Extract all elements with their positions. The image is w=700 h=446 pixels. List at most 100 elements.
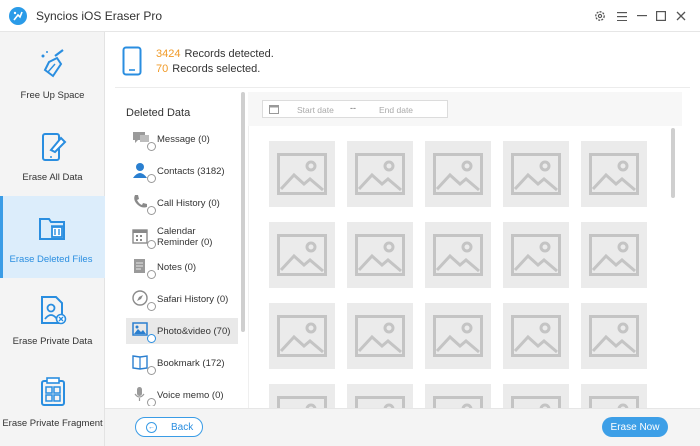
- checkbox-icon[interactable]: [147, 174, 156, 183]
- photo-thumbnail[interactable]: [269, 384, 335, 408]
- date-separator: --: [350, 103, 356, 113]
- sidebar-item-free-up-space[interactable]: Free Up Space: [0, 32, 105, 114]
- detected-count: 3424: [156, 48, 181, 60]
- category-label: Safari History (0): [157, 293, 229, 305]
- sidebar-item-erase-all-data[interactable]: Erase All Data: [0, 114, 105, 196]
- photo-icon: [132, 322, 156, 343]
- photo-thumbnail[interactable]: [581, 222, 647, 288]
- checkbox-icon[interactable]: [147, 302, 156, 311]
- image-placeholder-icon: [511, 315, 561, 357]
- checkbox-icon[interactable]: [147, 142, 156, 151]
- calendar-icon: [132, 228, 156, 249]
- microphone-icon: [132, 386, 156, 406]
- category-label: Call History (0): [157, 197, 220, 209]
- checkbox-icon[interactable]: [147, 206, 156, 215]
- compass-icon: [132, 290, 156, 311]
- photo-grid-scrollbar[interactable]: [671, 128, 675, 198]
- image-placeholder-icon: [511, 153, 561, 195]
- category-photo-video[interactable]: Photo&video (70): [126, 318, 238, 344]
- message-icon: [132, 130, 156, 151]
- image-placeholder-icon: [433, 234, 483, 276]
- sidebar-item-label: Erase Private Fragment: [2, 418, 103, 429]
- image-placeholder-icon: [277, 153, 327, 195]
- checkbox-icon[interactable]: [147, 398, 156, 406]
- category-label: Calendar Reminder (0): [157, 226, 213, 248]
- photo-thumbnail[interactable]: [503, 303, 569, 369]
- back-button[interactable]: ← Back: [135, 417, 203, 437]
- category-list: Message (0) Contacts (3182) Call History…: [124, 124, 240, 406]
- image-placeholder-icon: [589, 153, 639, 195]
- category-bookmark[interactable]: Bookmark (172): [126, 350, 238, 376]
- sidebar: Free Up Space Erase All Data Erase Delet…: [0, 32, 105, 446]
- sidebar-item-erase-private-data[interactable]: Erase Private Data: [0, 278, 105, 360]
- category-list-scrollbar[interactable]: [241, 92, 245, 332]
- notes-icon: [132, 258, 156, 279]
- category-label: Bookmark (172): [157, 357, 225, 369]
- category-contacts[interactable]: Contacts (3182): [126, 158, 238, 184]
- private-file-icon: [37, 294, 69, 326]
- settings-gear-icon[interactable]: [592, 8, 608, 24]
- photo-thumbnail[interactable]: [425, 222, 491, 288]
- date-range-picker[interactable]: Start date -- End date: [262, 100, 448, 118]
- minimize-icon[interactable]: [634, 8, 650, 24]
- title-bar: Syncios iOS Eraser Pro: [0, 0, 700, 32]
- erase-now-button[interactable]: Erase Now: [602, 417, 668, 437]
- image-placeholder-icon: [355, 396, 405, 408]
- image-placeholder-icon: [277, 396, 327, 408]
- sidebar-item-erase-private-fragment[interactable]: Erase Private Fragment: [0, 360, 105, 442]
- photo-thumbnail[interactable]: [269, 222, 335, 288]
- broom-icon: [37, 48, 69, 80]
- records-detected: 3424 Records detected.: [156, 48, 274, 60]
- category-label: Notes (0): [157, 261, 197, 273]
- photo-thumbnail[interactable]: [269, 141, 335, 207]
- image-placeholder-icon: [355, 234, 405, 276]
- fragment-grid-icon: [37, 376, 69, 408]
- photo-thumbnail[interactable]: [581, 384, 647, 408]
- back-button-label: Back: [171, 421, 194, 433]
- photo-thumbnail[interactable]: [347, 303, 413, 369]
- sidebar-item-label: Erase Deleted Files: [9, 254, 93, 265]
- image-placeholder-icon: [511, 396, 561, 408]
- contacts-icon: [132, 162, 156, 183]
- close-icon[interactable]: [673, 8, 689, 24]
- calendar-icon[interactable]: [269, 104, 279, 117]
- sidebar-item-label: Free Up Space: [20, 90, 85, 101]
- photo-thumbnail[interactable]: [425, 141, 491, 207]
- end-date-input[interactable]: End date: [379, 105, 413, 115]
- photo-thumbnail[interactable]: [269, 303, 335, 369]
- phone-erase-icon: [37, 130, 69, 162]
- photo-thumbnail[interactable]: [581, 303, 647, 369]
- photo-thumbnail[interactable]: [581, 141, 647, 207]
- photo-thumbnail[interactable]: [347, 222, 413, 288]
- checkbox-icon[interactable]: [147, 270, 156, 279]
- image-placeholder-icon: [433, 315, 483, 357]
- photo-thumbnail[interactable]: [347, 384, 413, 408]
- arrow-left-icon: ←: [146, 421, 157, 433]
- checkbox-icon[interactable]: [147, 366, 156, 375]
- image-placeholder-icon: [589, 234, 639, 276]
- checkbox-icon[interactable]: [147, 240, 156, 249]
- start-date-input[interactable]: Start date: [297, 105, 334, 115]
- category-calendar-reminder[interactable]: Calendar Reminder (0): [126, 220, 238, 254]
- image-placeholder-icon: [355, 315, 405, 357]
- photo-thumbnail[interactable]: [503, 222, 569, 288]
- image-placeholder-icon: [355, 153, 405, 195]
- photo-thumbnail[interactable]: [503, 141, 569, 207]
- category-safari-history[interactable]: Safari History (0): [126, 286, 238, 312]
- checkbox-checked-icon[interactable]: [147, 334, 156, 343]
- category-label: Message (0): [157, 133, 210, 145]
- photo-thumbnail[interactable]: [503, 384, 569, 408]
- maximize-icon[interactable]: [653, 8, 669, 24]
- image-placeholder-icon: [433, 396, 483, 408]
- photo-thumbnail[interactable]: [425, 384, 491, 408]
- photo-thumbnail[interactable]: [425, 303, 491, 369]
- photo-thumbnail[interactable]: [347, 141, 413, 207]
- menu-icon[interactable]: [614, 8, 630, 24]
- app-title: Syncios iOS Eraser Pro: [36, 9, 163, 23]
- sidebar-item-erase-deleted-files[interactable]: Erase Deleted Files: [0, 196, 105, 278]
- category-message[interactable]: Message (0): [126, 126, 238, 152]
- category-voice-memo[interactable]: Voice memo (0): [126, 382, 238, 406]
- category-call-history[interactable]: Call History (0): [126, 190, 238, 216]
- category-notes[interactable]: Notes (0): [126, 254, 238, 280]
- image-placeholder-icon: [589, 396, 639, 408]
